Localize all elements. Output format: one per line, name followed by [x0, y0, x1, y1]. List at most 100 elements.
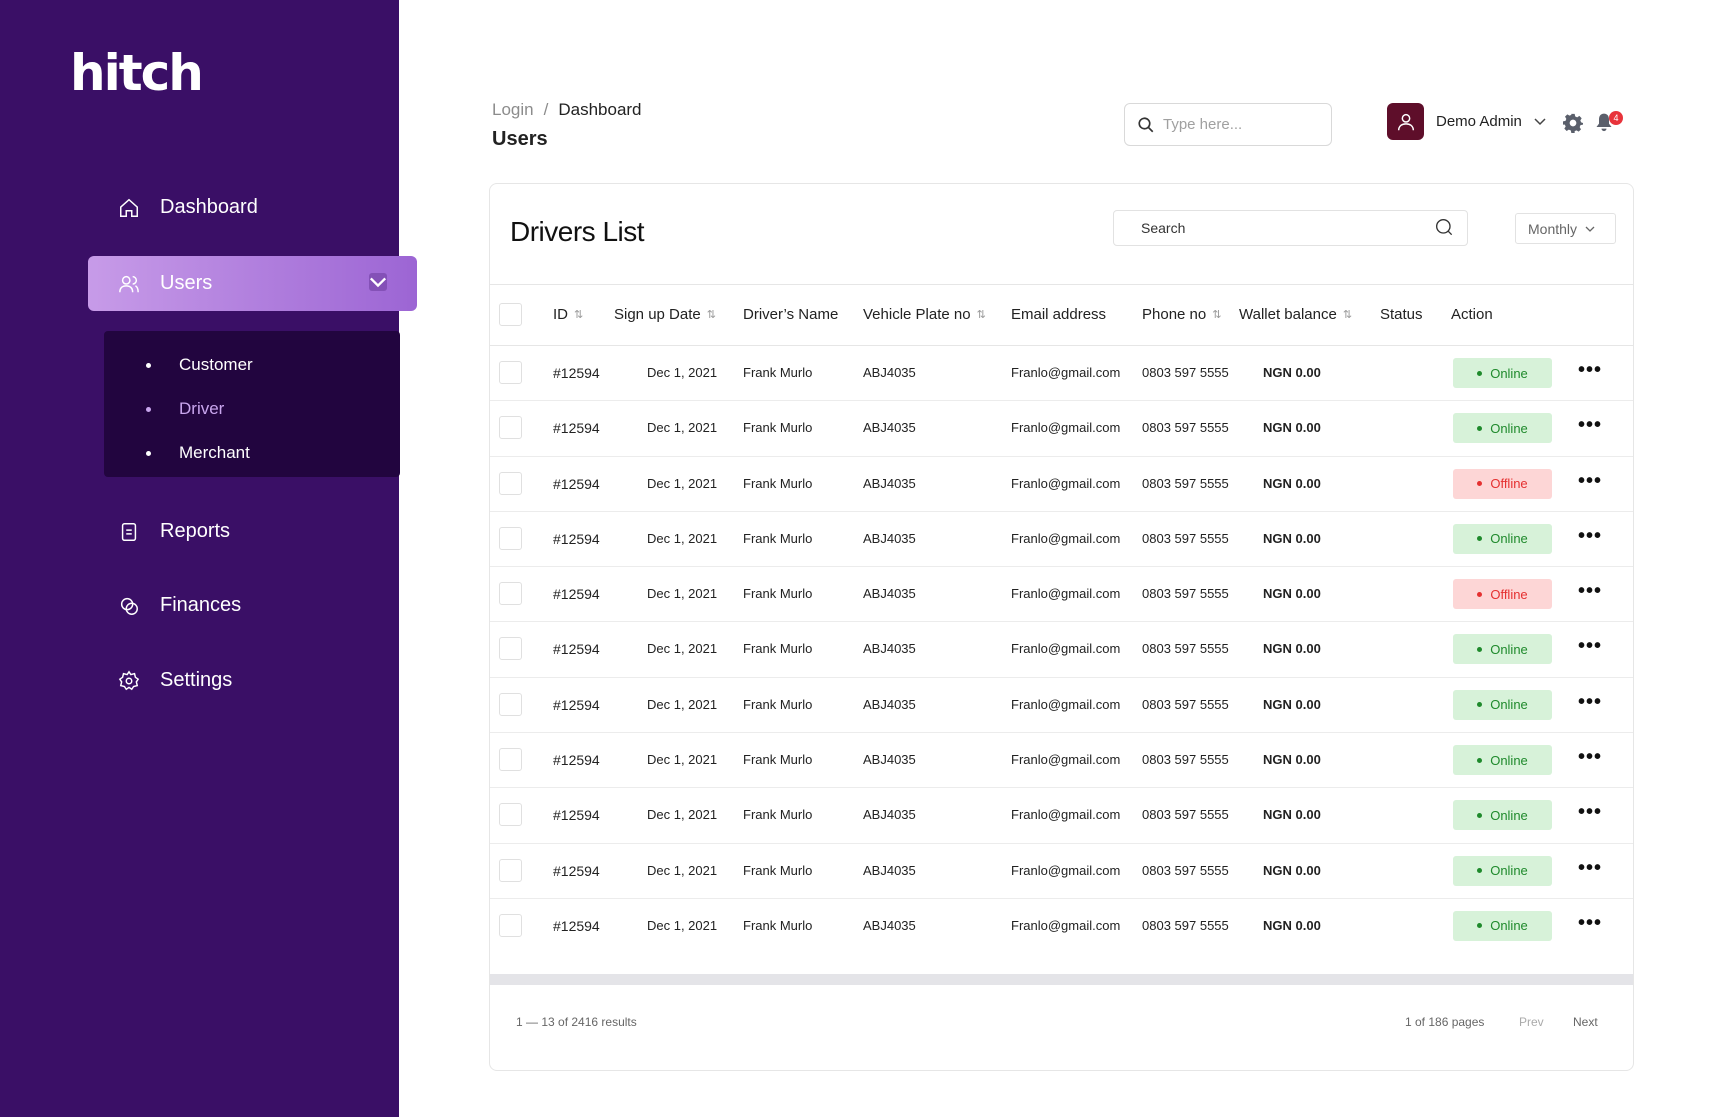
select-all-checkbox[interactable] [499, 303, 522, 326]
period-dropdown[interactable]: Monthly [1515, 213, 1616, 244]
nav-reports[interactable]: Reports [118, 520, 230, 543]
cell-signup: Dec 1, 2021 [647, 475, 718, 491]
settings-gear-icon[interactable] [1563, 113, 1583, 133]
bullet [146, 362, 151, 368]
nav-dashboard[interactable]: Dashboard [118, 196, 258, 219]
row-checkbox[interactable] [499, 913, 522, 937]
status-badge: Online [1453, 358, 1552, 388]
subnav-customer[interactable]: Customer [146, 355, 253, 375]
table-row[interactable]: #12594 Dec 1, 2021 Frank Murlo ABJ4035 Franl… [490, 512, 1633, 568]
chevron-down-icon[interactable] [369, 273, 387, 291]
cell-id: #12594 [553, 641, 600, 658]
hitch-logo[interactable]: hitch [70, 44, 204, 102]
more-actions-icon[interactable]: ••• [1578, 858, 1602, 878]
table-row[interactable]: #12594 Dec 1, 2021 Frank Murlo ABJ4035 Franl… [490, 567, 1633, 623]
more-actions-icon[interactable]: ••• [1578, 360, 1602, 380]
cell-plate: ABJ4035 [863, 530, 916, 546]
drivers-search-box[interactable] [1113, 210, 1468, 246]
table-row[interactable]: #12594 Dec 1, 2021 Frank Murlo ABJ4035 Franl… [490, 622, 1633, 678]
cell-signup: Dec 1, 2021 [647, 365, 718, 380]
table-row[interactable]: #12594 Dec 1, 2021 Frank Murlo ABJ4035 Franl… [490, 346, 1633, 402]
more-actions-icon[interactable]: ••• [1578, 913, 1602, 933]
col-wallet[interactable]: Wallet balance ⇅ [1239, 306, 1352, 323]
row-checkbox[interactable] [499, 361, 522, 384]
table-row[interactable]: #12594 Dec 1, 2021 Frank Murlo ABJ4035 Franl… [490, 899, 1633, 954]
document-icon [121, 522, 137, 541]
cell-wallet: NGN 0.00 [1263, 807, 1321, 823]
cell-wallet: NGN 0.00 [1263, 420, 1321, 436]
more-actions-icon[interactable]: ••• [1578, 802, 1602, 822]
cell-phone: 0803 597 5555 [1142, 586, 1229, 602]
cell-signup: Dec 1, 2021 [647, 586, 718, 602]
table-row[interactable]: #12594 Dec 1, 2021 Frank Murlo ABJ4035 Franl… [490, 678, 1633, 734]
more-actions-icon[interactable]: ••• [1578, 581, 1602, 601]
sort-icon[interactable]: ⇅ [707, 308, 716, 321]
more-actions-icon[interactable]: ••• [1578, 471, 1602, 491]
cell-phone: 0803 597 5555 [1142, 696, 1229, 712]
search-icon [1436, 219, 1453, 236]
cell-id: #12594 [553, 475, 600, 492]
breadcrumb-dashboard[interactable]: Dashboard [558, 100, 641, 120]
sort-icon[interactable]: ⇅ [977, 308, 986, 321]
sort-icon[interactable]: ⇅ [1212, 308, 1221, 321]
table-row[interactable]: #12594 Dec 1, 2021 Frank Murlo ABJ4035 Franl… [490, 401, 1633, 457]
nav-users[interactable]: Users [88, 256, 417, 311]
drivers-table: ID ⇅ Sign up Date ⇅ Driver’s Name Vehicle … [490, 284, 1633, 954]
col-plate[interactable]: Vehicle Plate no ⇅ [863, 306, 986, 323]
cell-email: Franlo@gmail.com [1011, 862, 1121, 878]
breadcrumb-login[interactable]: Login [492, 100, 534, 120]
cell-signup: Dec 1, 2021 [647, 917, 718, 933]
status-dot [1477, 591, 1483, 597]
table-row[interactable]: #12594 Dec 1, 2021 Frank Murlo ABJ4035 Franl… [490, 844, 1633, 899]
nav-finances[interactable]: Finances [118, 594, 241, 617]
col-signup[interactable]: Sign up Date ⇅ [614, 306, 716, 323]
table-row[interactable]: #12594 Dec 1, 2021 Frank Murlo ABJ4035 Franl… [490, 733, 1633, 789]
coins-icon [120, 597, 138, 615]
table-row[interactable]: #12594 Dec 1, 2021 Frank Murlo ABJ4035 Franl… [490, 457, 1633, 512]
cell-wallet: NGN 0.00 [1263, 862, 1321, 878]
gear-icon [118, 670, 140, 690]
sort-icon[interactable]: ⇅ [574, 308, 583, 321]
sidebar: hitch Dashboard Users Customer Driver Me… [0, 0, 417, 1117]
next-button[interactable]: Next [1573, 1015, 1598, 1029]
row-checkbox[interactable] [499, 858, 522, 882]
row-checkbox[interactable] [499, 416, 522, 440]
drivers-search-input[interactable] [1141, 220, 1421, 236]
cell-plate: ABJ4035 [863, 641, 916, 657]
row-checkbox[interactable] [499, 526, 522, 550]
cell-email: Franlo@gmail.com [1011, 752, 1121, 768]
col-phone[interactable]: Phone no ⇅ [1142, 306, 1221, 323]
cell-signup: Dec 1, 2021 [647, 807, 718, 823]
more-actions-icon[interactable]: ••• [1578, 747, 1602, 767]
more-actions-icon[interactable]: ••• [1578, 526, 1602, 546]
more-actions-icon[interactable]: ••• [1578, 415, 1602, 435]
status-label: Online [1490, 641, 1528, 657]
nav-settings[interactable]: Settings [118, 669, 232, 692]
subnav-driver[interactable]: Driver [146, 399, 224, 419]
user-menu[interactable]: Demo Admin [1387, 103, 1546, 140]
row-checkbox[interactable] [499, 803, 522, 827]
row-checkbox[interactable] [499, 471, 522, 495]
cell-id: #12594 [553, 696, 600, 713]
bullet [146, 406, 151, 412]
top-search-input[interactable] [1163, 116, 1323, 133]
more-actions-icon[interactable]: ••• [1578, 636, 1602, 656]
status-label: Online [1490, 697, 1528, 713]
more-actions-icon[interactable]: ••• [1578, 692, 1602, 712]
table-row[interactable]: #12594 Dec 1, 2021 Frank Murlo ABJ4035 Franl… [490, 788, 1633, 844]
subnav-merchant[interactable]: Merchant [146, 443, 250, 463]
top-search-box[interactable] [1124, 103, 1332, 146]
sort-icon[interactable]: ⇅ [1343, 308, 1352, 321]
col-id[interactable]: ID ⇅ [553, 306, 583, 323]
row-checkbox[interactable] [499, 582, 522, 606]
cell-id: #12594 [553, 530, 600, 547]
row-checkbox[interactable] [499, 637, 522, 661]
cell-plate: ABJ4035 [863, 862, 916, 878]
row-checkbox[interactable] [499, 748, 522, 772]
horizontal-scrollbar[interactable] [490, 974, 1633, 985]
prev-button[interactable]: Prev [1519, 1015, 1544, 1029]
app-root: hitch Dashboard Users Customer Driver Me… [0, 0, 1728, 1117]
cell-signup: Dec 1, 2021 [647, 752, 718, 768]
row-checkbox[interactable] [499, 692, 522, 716]
cell-plate: ABJ4035 [863, 475, 916, 491]
